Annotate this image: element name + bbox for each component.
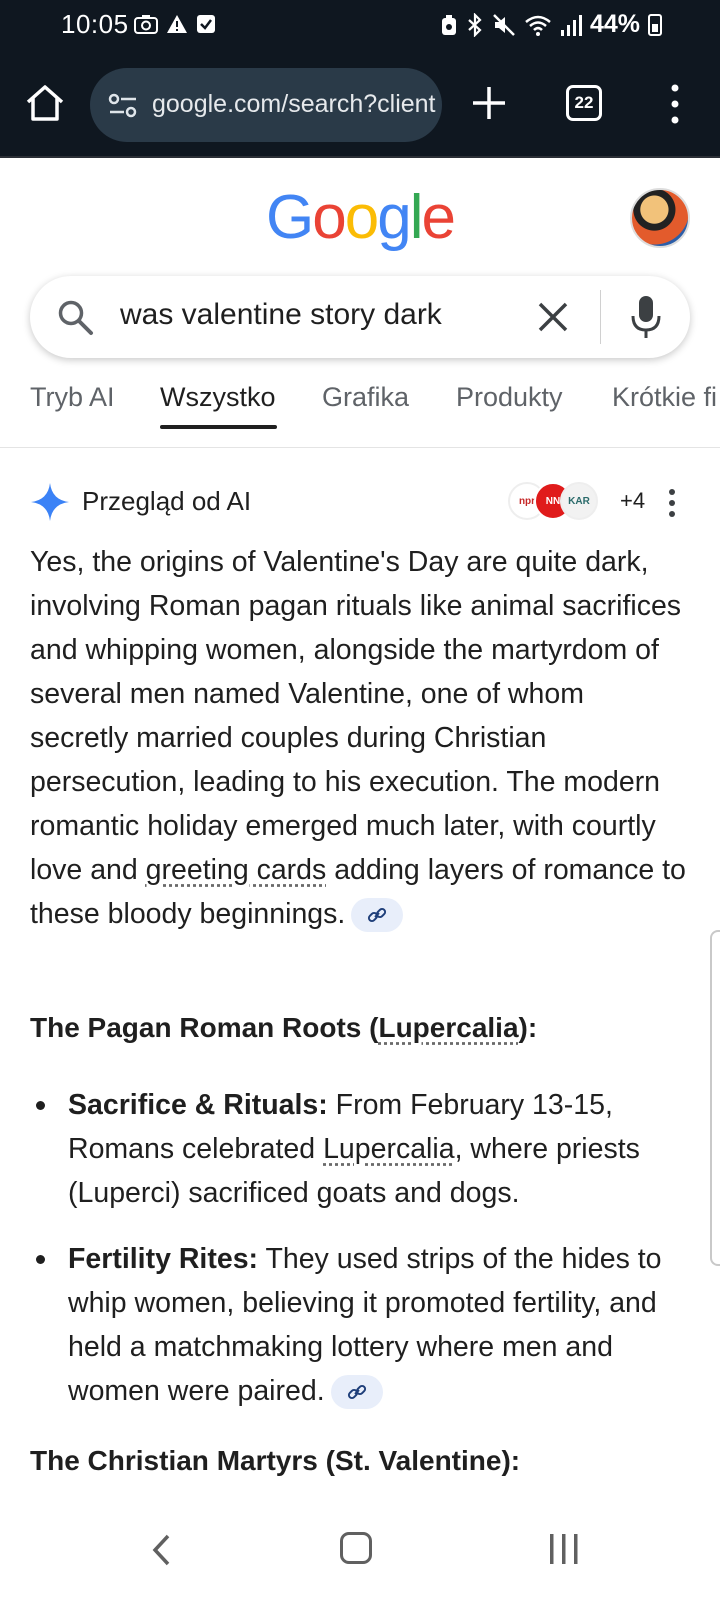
url-text[interactable]: google.com/search?client (152, 90, 436, 119)
logo-letter: g (377, 183, 412, 252)
logo-letter: G (266, 183, 314, 252)
source-favicons[interactable]: npr NN KAR +4 (508, 482, 645, 522)
microphone-icon[interactable] (630, 294, 662, 340)
ai-sparkle-icon (31, 483, 69, 521)
ai-overview-title: Przegląd od AI (82, 486, 252, 516)
bullet-label: Fertility Rites: (68, 1243, 259, 1275)
list-item: Sacrifice & Rituals: From February 13-15… (30, 1083, 690, 1215)
bullet-label: Sacrifice & Rituals: (68, 1089, 328, 1121)
logo-letter: o (344, 183, 380, 252)
search-divider (600, 290, 601, 344)
heading-text-end: ): (518, 1012, 538, 1043)
system-icons: 44% (440, 10, 662, 39)
signal-icon (560, 14, 582, 36)
logo-letter: o (312, 183, 347, 252)
search-box[interactable]: was valentine story dark (30, 276, 690, 358)
address-bar[interactable]: google.com/search?client (90, 68, 442, 142)
site-settings-icon[interactable] (108, 92, 138, 120)
more-sources-count[interactable]: +4 (620, 488, 645, 514)
list-item: Fertility Rites: They used strips of the… (30, 1237, 690, 1413)
tab-products[interactable]: Produkty (456, 382, 563, 413)
home-nav-icon[interactable] (340, 1532, 372, 1564)
ai-overview-header: Przegląd od AI npr NN KAR +4 (30, 480, 690, 524)
google-logo[interactable]: Google (0, 182, 720, 253)
heading-text: The Pagan Roman Roots ( (30, 1012, 379, 1043)
notification-icons (134, 14, 216, 34)
bluetooth-icon (468, 12, 482, 37)
ai-overview-menu-icon[interactable] (668, 488, 676, 518)
mute-icon (493, 13, 515, 36)
source-link-chip[interactable] (351, 898, 404, 933)
search-input[interactable]: was valentine story dark (120, 298, 442, 332)
ai-overview-text: Yes, the origins of Valentine's Day are … (30, 540, 690, 936)
search-tabs: Tryb AI Wszystko Grafika Produkty Krótki… (0, 382, 720, 448)
battery-percent: 44% (589, 10, 640, 38)
status-bar: 10:05 44% (0, 0, 720, 52)
logo-letter: l (409, 183, 424, 252)
home-icon[interactable] (24, 82, 66, 124)
clear-icon[interactable] (536, 300, 570, 334)
battery-icon (648, 13, 662, 36)
check-box-icon (197, 15, 215, 33)
search-icon (58, 300, 93, 335)
kar-source-icon[interactable]: KAR (560, 482, 598, 520)
pagan-bullet-list: Sacrifice & Rituals: From February 13-15… (30, 1083, 690, 1435)
lupercalia-heading-link[interactable]: Lupercalia (378, 1012, 518, 1043)
section-heading-christian: The Christian Martyrs (St. Valentine): (30, 1445, 521, 1476)
section-heading-pagan: The Pagan Roman Roots (Lupercalia): (30, 1012, 537, 1044)
account-avatar[interactable] (630, 188, 690, 248)
tab-all[interactable]: Wszystko (160, 382, 276, 413)
browser-toolbar: google.com/search?client 22 (0, 52, 720, 158)
warning-icon (167, 15, 187, 33)
tab-switcher-button[interactable]: 22 (566, 85, 602, 121)
status-time: 10:05 (61, 9, 129, 39)
lupercalia-link[interactable]: Lupercalia (323, 1133, 455, 1165)
tab-short-videos[interactable]: Krótkie fi (612, 382, 717, 413)
more-menu-icon[interactable] (664, 82, 686, 126)
active-tab-indicator (160, 425, 277, 429)
logo-letter: e (421, 183, 456, 252)
scrollbar[interactable] (710, 930, 720, 1266)
recents-icon[interactable] (548, 1532, 580, 1566)
wifi-icon (525, 15, 551, 36)
tab-ai-mode[interactable]: Tryb AI (30, 382, 115, 413)
back-icon[interactable] (150, 1530, 174, 1570)
tab-images[interactable]: Grafika (322, 382, 409, 413)
link-icon (347, 1385, 366, 1400)
link-icon (368, 908, 387, 923)
system-nav-bar (0, 1500, 720, 1600)
paragraph-text: Yes, the origins of Valentine's Day are … (30, 546, 682, 886)
source-link-chip[interactable] (330, 1375, 383, 1410)
new-tab-icon[interactable] (470, 84, 508, 122)
greeting-cards-link[interactable]: greeting cards (146, 854, 327, 886)
lock-battery-icon (441, 14, 456, 35)
screenshot-icon (134, 15, 158, 34)
